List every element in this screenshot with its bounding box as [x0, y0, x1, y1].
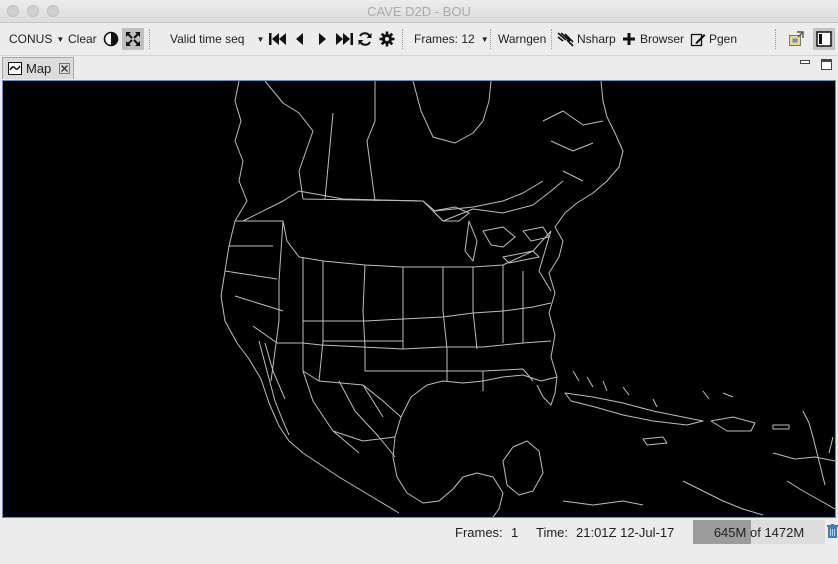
clear-button[interactable]: Clear [68, 23, 97, 55]
last-frame-icon [336, 33, 353, 45]
time-mode-dropdown[interactable]: Valid time seq ▼ [170, 23, 264, 55]
contrast-button[interactable] [103, 23, 119, 55]
map-outlines [220, 81, 835, 517]
toolbar-separator [551, 29, 552, 49]
frames-status-value: 1 [511, 525, 519, 540]
last-frame-button[interactable] [334, 23, 354, 55]
prev-frame-button[interactable] [294, 23, 306, 55]
cuba [564, 392, 704, 426]
lesser-antilles [802, 410, 834, 486]
great-lakes [432, 206, 550, 264]
east-coastline [548, 81, 624, 378]
mexico-pacific-coast [302, 452, 400, 514]
time-mode-label: Valid time seq [170, 32, 245, 46]
nsharp-icon [557, 32, 574, 47]
nsharp-label: Nsharp [577, 32, 616, 46]
south-america-edge [772, 452, 835, 510]
edit-icon [690, 33, 706, 47]
tab-label: Map [26, 61, 52, 76]
zoom-fit-button[interactable] [122, 23, 144, 55]
browser-button[interactable]: Browser [622, 23, 684, 55]
chevron-down-icon: ▼ [56, 34, 65, 44]
perspective-button[interactable] [788, 23, 804, 55]
jamaica [642, 436, 668, 446]
us-state-lines [224, 220, 552, 418]
toolbar-separator [402, 29, 403, 49]
main-toolbar: CONUS ▼ Clear Valid time seq ▼ Frames: 1… [0, 23, 838, 56]
memory-meter-text: 645M of 1472M [693, 525, 825, 540]
north-america-map [220, 81, 835, 517]
toolbar-separator [149, 29, 150, 49]
toolbar-separator [490, 29, 491, 49]
map-icon [8, 62, 22, 75]
zoom-fit-icon [126, 32, 140, 46]
time-status-label: Time: [536, 525, 569, 540]
maximize-icon[interactable] [821, 59, 832, 70]
title-bar: CAVE D2D - BOU [0, 0, 838, 23]
memory-total: 1472M [764, 525, 805, 540]
toolbar-separator [775, 29, 776, 49]
yucatan [502, 440, 544, 496]
first-frame-icon [269, 33, 286, 45]
pgen-label: Pgen [709, 32, 738, 46]
scale-label: CONUS [9, 32, 53, 46]
west-coastline [220, 81, 304, 454]
hispaniola [710, 416, 756, 432]
memory-of: of [749, 525, 761, 540]
prev-frame-icon [296, 33, 303, 45]
central-america [562, 480, 764, 516]
view-button[interactable] [813, 23, 835, 55]
view-icon [816, 31, 832, 47]
browser-label: Browser [640, 32, 685, 46]
frames-dropdown[interactable]: Frames: 12 ▼ [414, 23, 489, 55]
bahamas [572, 370, 734, 408]
time-status-value: 21:01Z 12-Jul-17 [576, 525, 675, 540]
window-title: CAVE D2D - BOU [367, 4, 471, 19]
pgen-button[interactable]: Pgen [690, 23, 737, 55]
florida [536, 376, 558, 406]
first-frame-button[interactable] [268, 23, 288, 55]
close-tab-icon[interactable] [59, 63, 71, 74]
frames-status-label: Frames: [455, 525, 503, 540]
plus-icon [623, 33, 635, 45]
puerto-rico [772, 424, 790, 430]
contrast-icon [103, 31, 119, 47]
map-canvas[interactable] [2, 80, 836, 518]
loop-icon [358, 32, 372, 46]
chevron-down-icon: ▼ [480, 34, 489, 44]
canada-province-lines [264, 81, 544, 212]
scale-dropdown[interactable]: CONUS ▼ [9, 23, 64, 55]
minimize-icon[interactable] [800, 60, 810, 68]
canada-maritime [542, 110, 604, 182]
perspective-icon [789, 31, 804, 46]
memory-used: 645M [713, 525, 747, 540]
frames-label: Frames: 12 [414, 32, 475, 46]
chevron-down-icon: ▼ [256, 34, 265, 44]
tab-map[interactable]: Map [2, 57, 74, 79]
next-frame-button[interactable] [316, 23, 328, 55]
warngen-button[interactable]: Warngen [498, 23, 546, 55]
hudson-bay-region [412, 81, 492, 144]
nsharp-button[interactable]: Nsharp [557, 23, 616, 55]
memory-meter[interactable]: 645M of 1472M [693, 520, 825, 544]
canada-us-border [242, 180, 564, 222]
settings-icon [379, 31, 395, 47]
editor-tab-bar: Map [0, 56, 838, 80]
settings-button[interactable] [379, 23, 395, 55]
trash-icon[interactable] [827, 524, 838, 539]
loop-button[interactable] [357, 23, 373, 55]
next-frame-icon [319, 33, 326, 45]
